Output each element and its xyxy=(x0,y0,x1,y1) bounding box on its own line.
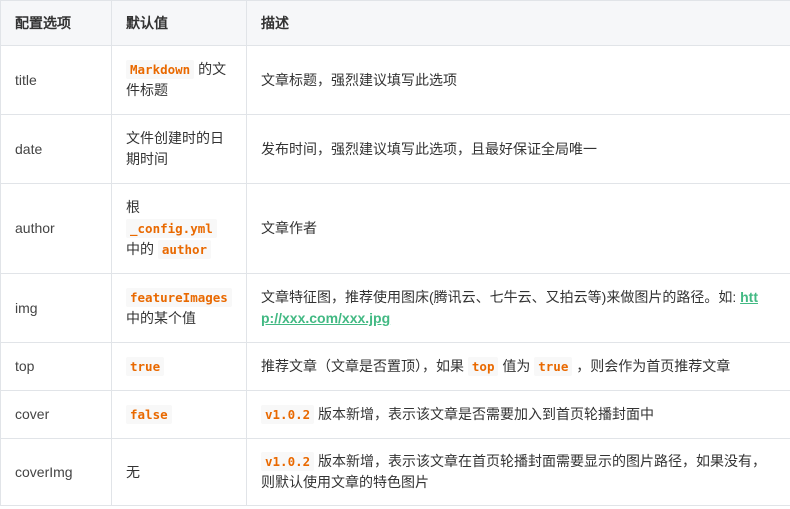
description: v1.0.2 版本新增，表示该文章在首页轮播封面需要显示的图片路径，如果没有，则… xyxy=(246,438,790,506)
default-value: Markdown 的文件标题 xyxy=(111,45,247,115)
description-text: 版本新增，表示该文章在首页轮播封面需要显示的图片路径，如果没有，则默认使用文章的… xyxy=(261,453,767,490)
default-value: true xyxy=(111,342,247,391)
option-name: author xyxy=(0,183,112,274)
option-name: img xyxy=(0,273,112,343)
inline-code: v1.0.2 xyxy=(261,405,315,424)
table-row-date: date 文件创建时的日期时间 发布时间，强烈建议填写此选项，且最好保证全局唯一 xyxy=(0,114,790,184)
default-value: featureImages 中的某个值 xyxy=(111,273,247,343)
description-text: 推荐文章（文章是否置顶），如果 xyxy=(261,358,464,374)
table-row-top: top true 推荐文章（文章是否置顶），如果 top 值为 true ，则会… xyxy=(0,342,790,391)
table-row-author: author 根 _config.yml 中的 author 文章作者 xyxy=(0,183,790,274)
option-name: date xyxy=(0,114,112,184)
option-name: cover xyxy=(0,390,112,439)
description-text: 值为 xyxy=(502,358,531,374)
inline-code: top xyxy=(467,357,499,376)
default-value: 根 _config.yml 中的 author xyxy=(111,183,247,274)
inline-code: v1.0.2 xyxy=(261,452,315,471)
header-default: 默认值 xyxy=(111,0,247,46)
table-row-title: title Markdown 的文件标题 文章标题，强烈建议填写此选项 xyxy=(0,45,790,115)
header-description: 描述 xyxy=(246,0,790,46)
default-value: false xyxy=(111,390,247,439)
description: 文章作者 xyxy=(246,183,790,274)
option-name: title xyxy=(0,45,112,115)
option-name: coverImg xyxy=(0,438,112,506)
header-option: 配置选项 xyxy=(0,0,112,46)
default-value: 无 xyxy=(111,438,247,506)
inline-code: false xyxy=(126,405,172,424)
description-text: 文章特征图，推荐使用图床(腾讯云、七牛云、又拍云等)来做图片的路径。如: xyxy=(261,289,741,305)
inline-code: _config.yml xyxy=(126,219,217,238)
description: v1.0.2 版本新增，表示该文章是否需要加入到首页轮播封面中 xyxy=(246,390,790,439)
table-row-cover: cover false v1.0.2 版本新增，表示该文章是否需要加入到首页轮播… xyxy=(0,390,790,439)
option-name: top xyxy=(0,342,112,391)
description-text: ，则会作为首页推荐文章 xyxy=(576,358,731,374)
default-value: 文件创建时的日期时间 xyxy=(111,114,247,184)
inline-code: author xyxy=(157,240,212,259)
default-text: 根 xyxy=(126,199,140,215)
description: 文章标题，强烈建议填写此选项 xyxy=(246,45,790,115)
table-row-img: img featureImages 中的某个值 文章特征图，推荐使用图床(腾讯云、… xyxy=(0,273,790,343)
description: 推荐文章（文章是否置顶），如果 top 值为 true ，则会作为首页推荐文章 xyxy=(246,342,790,391)
inline-code: true xyxy=(126,357,165,376)
description: 文章特征图，推荐使用图床(腾讯云、七牛云、又拍云等)来做图片的路径。如: htt… xyxy=(246,273,790,343)
inline-code: true xyxy=(534,357,573,376)
table-row-coverimg: coverImg 无 v1.0.2 版本新增，表示该文章在首页轮播封面需要显示的… xyxy=(0,438,790,506)
inline-code: featureImages xyxy=(126,288,232,307)
description: 发布时间，强烈建议填写此选项，且最好保证全局唯一 xyxy=(246,114,790,184)
inline-code: Markdown xyxy=(126,60,195,79)
table-header-row: 配置选项 默认值 描述 xyxy=(0,0,790,46)
default-text: 中的某个值 xyxy=(126,310,196,326)
config-options-table: 配置选项 默认值 描述 title Markdown 的文件标题 文章标题，强烈… xyxy=(0,0,790,506)
default-text: 中的 xyxy=(126,241,154,257)
description-text: 版本新增，表示该文章是否需要加入到首页轮播封面中 xyxy=(318,406,655,422)
